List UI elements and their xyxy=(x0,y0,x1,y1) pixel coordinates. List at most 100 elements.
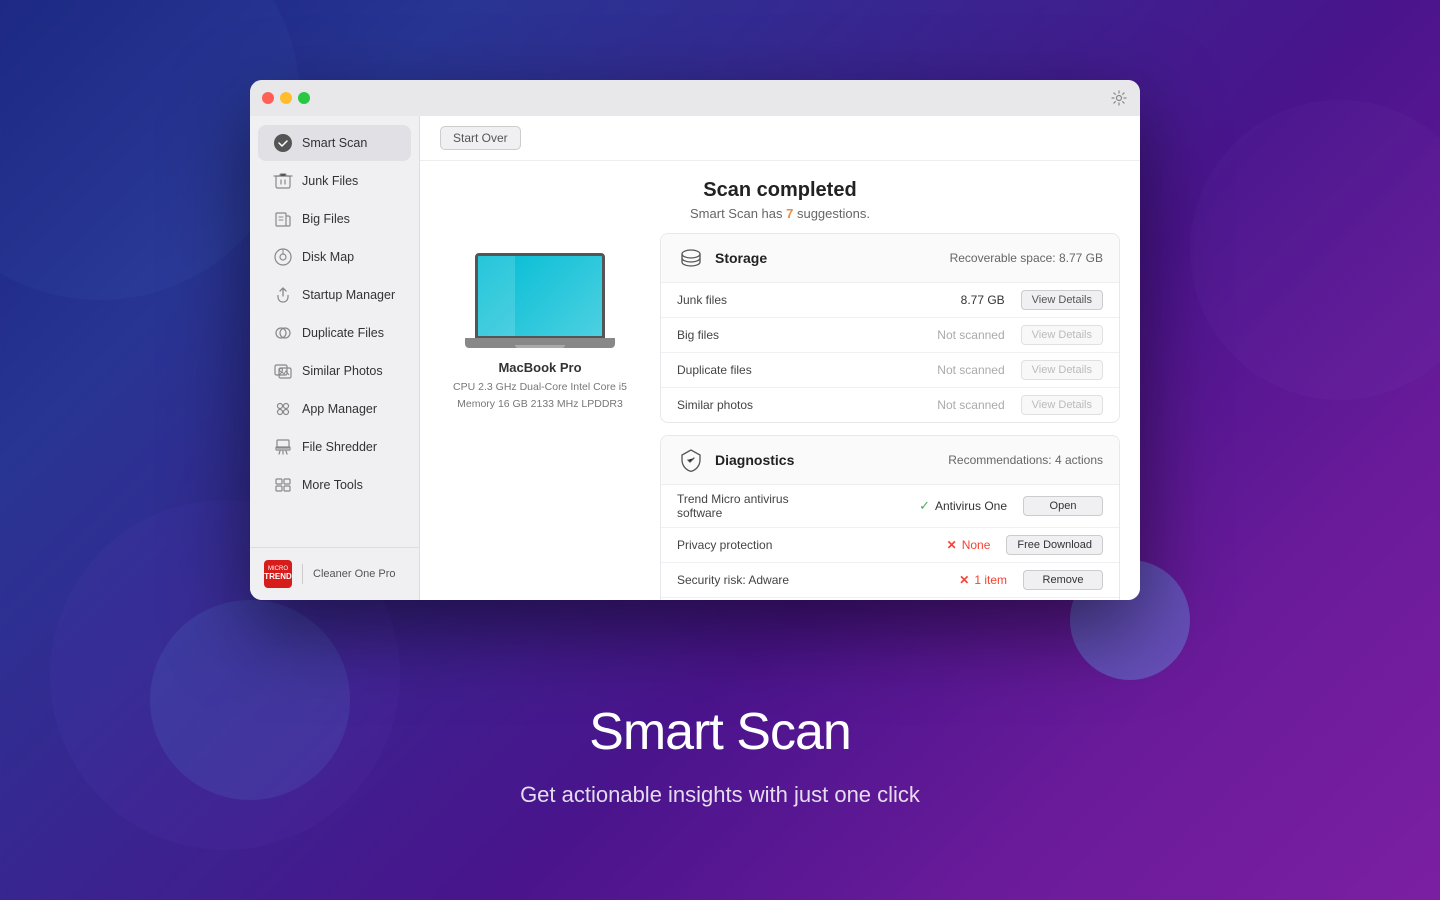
storage-header: Storage Recoverable space: 8.77 GB xyxy=(661,234,1119,283)
scan-title: Scan completed xyxy=(440,179,1120,202)
scan-subtitle: Smart Scan has 7 suggestions. xyxy=(440,206,1120,221)
diagnostics-header: Diagnostics Recommendations: 4 actions xyxy=(661,436,1119,485)
diagnostics-section: Diagnostics Recommendations: 4 actions T… xyxy=(660,435,1120,600)
storage-icon xyxy=(677,244,705,272)
storage-section: Storage Recoverable space: 8.77 GB Junk … xyxy=(660,233,1120,423)
sidebar-label-junk-files: Junk Files xyxy=(302,174,358,188)
scan-subtitle-prefix: Smart Scan has xyxy=(690,206,786,221)
maximize-button[interactable] xyxy=(298,92,310,104)
similar-photos-btn: View Details xyxy=(1021,395,1103,415)
close-button[interactable] xyxy=(262,92,274,104)
macbook-illustration xyxy=(465,253,615,348)
sidebar-item-file-shredder[interactable]: File Shredder xyxy=(258,429,411,465)
big-files-value: Not scanned xyxy=(837,328,1021,342)
more-tools-icon xyxy=(272,474,294,496)
start-over-button[interactable]: Start Over xyxy=(440,126,521,150)
app-window: Smart Scan Junk Files xyxy=(250,80,1140,600)
promo-subtitle: Get actionable insights with just one cl… xyxy=(520,782,920,808)
duplicate-files-label: Duplicate files xyxy=(677,363,837,377)
promo-section: Smart Scan Get actionable insights with … xyxy=(0,610,1440,900)
macbook-name: MacBook Pro xyxy=(498,360,581,375)
junk-files-label: Junk files xyxy=(677,293,837,307)
svg-text:MICRO: MICRO xyxy=(268,566,288,572)
sidebar-label-app-manager: App Manager xyxy=(302,402,377,416)
sidebar-label-smart-scan: Smart Scan xyxy=(302,136,367,150)
antivirus-label: Trend Micro antivirus software xyxy=(677,492,837,520)
x-icon-2: ✕ xyxy=(959,573,969,587)
sidebar-item-more-tools[interactable]: More Tools xyxy=(258,467,411,503)
scan-results-layout: MacBook Pro CPU 2.3 GHz Dual-Core Intel … xyxy=(420,233,1140,600)
macbook-screen xyxy=(475,253,605,338)
sidebar-label-file-shredder: File Shredder xyxy=(302,440,377,454)
app-manager-icon xyxy=(272,398,294,420)
startup-manager-icon xyxy=(272,284,294,306)
bg-decoration-5 xyxy=(1190,100,1440,400)
sidebar-label-similar-photos: Similar Photos xyxy=(302,364,383,378)
macbook-specs: CPU 2.3 GHz Dual-Core Intel Core i5 Memo… xyxy=(453,379,627,413)
diagnostics-summary: Recommendations: 4 actions xyxy=(948,453,1103,467)
big-files-label: Big files xyxy=(677,328,837,342)
scan-subtitle-suffix: suggestions. xyxy=(793,206,870,221)
diag-row-os: OS update available Version 12.3.1 Insta… xyxy=(661,598,1119,600)
sidebar: Smart Scan Junk Files xyxy=(250,116,420,600)
sidebar-label-startup-manager: Startup Manager xyxy=(302,288,395,302)
adware-status: ✕ 1 item xyxy=(837,573,1023,587)
main-content: Start Over Scan completed Smart Scan has… xyxy=(420,116,1140,600)
similar-photos-label: Similar photos xyxy=(677,398,837,412)
big-files-icon xyxy=(272,208,294,230)
privacy-status: ✕ None xyxy=(837,538,1006,552)
adware-label: Security risk: Adware xyxy=(677,573,837,587)
storage-row-big: Big files Not scanned View Details xyxy=(661,318,1119,353)
file-shredder-icon xyxy=(272,436,294,458)
diag-row-antivirus: Trend Micro antivirus software ✓ Antivir… xyxy=(661,485,1119,528)
junk-files-btn[interactable]: View Details xyxy=(1021,290,1103,310)
duplicate-files-value: Not scanned xyxy=(837,363,1021,377)
macbook-base xyxy=(465,338,615,348)
privacy-btn[interactable]: Free Download xyxy=(1006,535,1103,555)
sidebar-item-duplicate-files[interactable]: Duplicate Files xyxy=(258,315,411,351)
antivirus-status: ✓ Antivirus One xyxy=(837,498,1023,514)
sidebar-item-junk-files[interactable]: Junk Files xyxy=(258,163,411,199)
title-bar xyxy=(250,80,1140,116)
diagnostics-icon xyxy=(677,446,705,474)
similar-photos-icon xyxy=(272,360,294,382)
svg-text:TREND: TREND xyxy=(264,572,292,581)
sidebar-item-big-files[interactable]: Big Files xyxy=(258,201,411,237)
macbook-memory: Memory 16 GB 2133 MHz LPDDR3 xyxy=(457,398,623,410)
smart-scan-icon xyxy=(272,132,294,154)
macbook-cpu: CPU 2.3 GHz Dual-Core Intel Core i5 xyxy=(453,381,627,393)
diag-row-adware: Security risk: Adware ✕ 1 item Remove xyxy=(661,563,1119,598)
sidebar-label-big-files: Big Files xyxy=(302,212,350,226)
junk-files-icon xyxy=(272,170,294,192)
antivirus-btn[interactable]: Open xyxy=(1023,496,1103,516)
junk-files-value: 8.77 GB xyxy=(837,293,1021,307)
check-icon: ✓ xyxy=(919,498,930,514)
scan-header: Scan completed Smart Scan has 7 suggesti… xyxy=(420,161,1140,233)
sidebar-item-app-manager[interactable]: App Manager xyxy=(258,391,411,427)
scan-left-panel: MacBook Pro CPU 2.3 GHz Dual-Core Intel … xyxy=(440,233,640,600)
traffic-lights xyxy=(262,92,310,104)
x-icon: ✕ xyxy=(947,538,957,552)
trend-micro-logo: TREND MICRO Cleaner One Pro xyxy=(264,560,396,588)
sidebar-item-startup-manager[interactable]: Startup Manager xyxy=(258,277,411,313)
settings-icon[interactable] xyxy=(1110,89,1128,107)
antivirus-value: Antivirus One xyxy=(935,499,1007,513)
privacy-label: Privacy protection xyxy=(677,538,837,552)
storage-title: Storage xyxy=(715,250,767,266)
duplicate-files-btn: View Details xyxy=(1021,360,1103,380)
storage-row-junk: Junk files 8.77 GB View Details xyxy=(661,283,1119,318)
adware-value: 1 item xyxy=(974,573,1007,587)
sidebar-label-disk-map: Disk Map xyxy=(302,250,354,264)
sidebar-footer: TREND MICRO Cleaner One Pro xyxy=(250,547,419,600)
sidebar-label-more-tools: More Tools xyxy=(302,478,363,492)
sidebar-item-similar-photos[interactable]: Similar Photos xyxy=(258,353,411,389)
storage-summary: Recoverable space: 8.77 GB xyxy=(950,251,1103,265)
minimize-button[interactable] xyxy=(280,92,292,104)
sidebar-item-smart-scan[interactable]: Smart Scan xyxy=(258,125,411,161)
privacy-value: None xyxy=(962,538,991,552)
adware-btn[interactable]: Remove xyxy=(1023,570,1103,590)
storage-row-similar: Similar photos Not scanned View Details xyxy=(661,388,1119,422)
sidebar-item-disk-map[interactable]: Disk Map xyxy=(258,239,411,275)
scan-right-panel: Storage Recoverable space: 8.77 GB Junk … xyxy=(660,233,1120,600)
diagnostics-title: Diagnostics xyxy=(715,452,794,468)
